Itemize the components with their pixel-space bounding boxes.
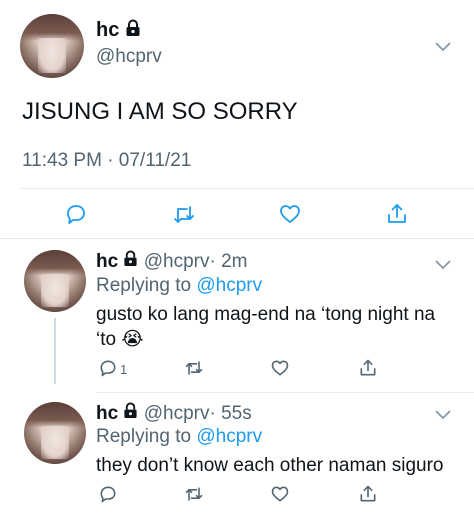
share-button[interactable] [358,358,378,383]
author-handle[interactable]: @hcprv [144,403,210,424]
reply-text: they don’t know each other naman siguro [96,453,444,478]
like-icon [271,486,289,502]
reply-text-line: ‘to [96,329,117,350]
reply-button[interactable] [98,358,118,383]
more-options-chevron-icon[interactable] [434,258,452,276]
replying-to: Replying to @hcprv [96,425,262,449]
author-name-row: hc [96,18,141,43]
like-button[interactable] [278,202,302,231]
author-name[interactable]: hc [96,403,118,424]
lock-icon [123,402,138,426]
lock-icon [123,250,138,274]
share-icon [360,359,376,376]
author-handle[interactable]: @hcprv [96,46,162,68]
divider [0,238,474,239]
like-button[interactable] [270,484,290,509]
retweet-button[interactable] [184,484,204,509]
replying-to-label: Replying to [96,426,192,447]
reply-button[interactable] [98,484,118,509]
replying-to-label: Replying to [96,275,192,296]
reply-header: hc @hcprv· 2m [96,250,248,274]
divider [96,392,474,393]
divider [20,188,474,189]
reply-button[interactable] [64,202,88,231]
replying-to-handle[interactable]: @hcprv [196,275,262,296]
avatar[interactable] [20,14,84,78]
share-button[interactable] [385,202,409,231]
share-button[interactable] [358,484,378,509]
replying-to: Replying to @hcprv [96,274,262,298]
like-icon [280,205,300,223]
like-icon [271,360,289,376]
retweet-icon [174,206,194,223]
more-options-chevron-icon[interactable] [434,40,452,58]
more-options-chevron-icon[interactable] [434,408,452,426]
thread-line [54,318,56,384]
reply-text-line: they don’t know each other naman siguro [96,455,444,476]
share-icon [360,485,376,502]
retweet-icon [185,487,203,501]
reply-time[interactable]: · 2m [210,251,248,272]
lock-icon [125,19,141,43]
avatar[interactable] [24,250,86,312]
like-button[interactable] [270,358,290,383]
avatar[interactable] [24,402,86,464]
author-name[interactable]: hc [96,251,118,272]
reply-text-line: gusto ko lang mag-end na ‘tong night na [96,304,436,325]
reply-text: gusto ko lang mag-end na ‘tong night na … [96,302,435,352]
share-icon [388,204,406,223]
reply-icon [67,205,85,224]
retweet-button[interactable] [172,202,196,231]
retweet-icon [185,361,203,375]
reply-count: 1 [120,362,128,377]
tweet-text: JISUNG I AM SO SORRY [22,98,298,125]
author-name[interactable]: hc [96,19,119,41]
retweet-button[interactable] [184,358,204,383]
reply-icon [100,486,116,503]
replying-to-handle[interactable]: @hcprv [196,426,262,447]
crying-emoji: 😭 [121,329,144,350]
author-handle[interactable]: @hcprv [144,251,210,272]
reply-icon [100,360,116,377]
tweet-timestamp[interactable]: 11:43 PM · 07/11/21 [22,150,191,172]
reply-time[interactable]: · 55s [210,403,252,424]
reply-header: hc @hcprv· 55s [96,402,252,426]
